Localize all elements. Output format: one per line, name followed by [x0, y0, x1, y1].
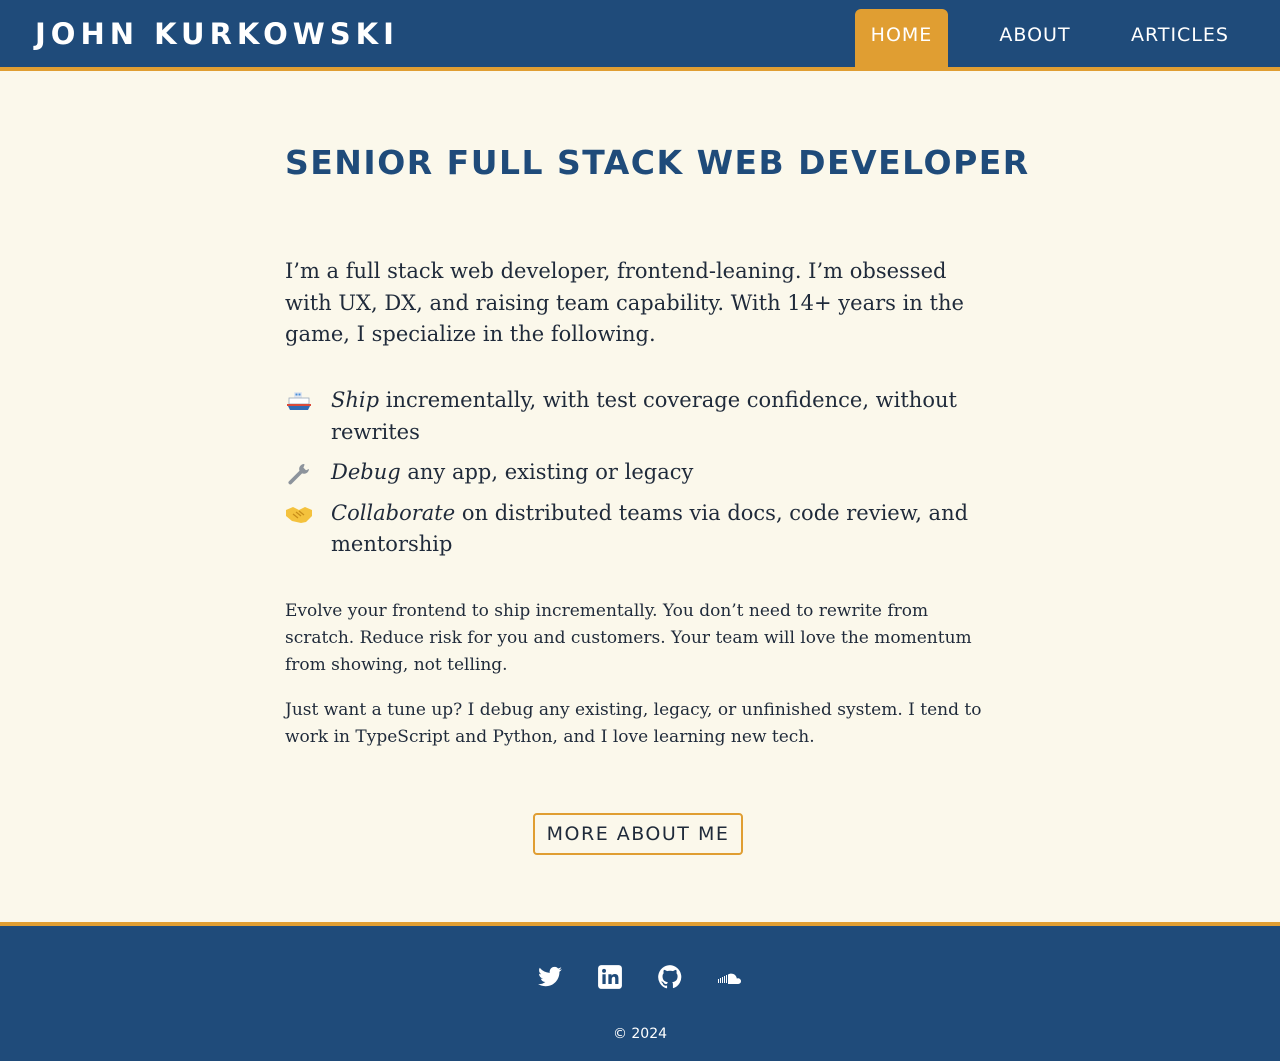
page-title: SENIOR FULL STACK WEB DEVELOPER: [285, 143, 1030, 182]
wrench-icon: [285, 461, 313, 485]
twitter-icon[interactable]: [537, 964, 563, 990]
soundcloud-icon[interactable]: [717, 964, 743, 990]
github-icon[interactable]: [657, 964, 683, 990]
body-paragraph: Evolve your frontend to ship incremental…: [285, 601, 972, 675]
linkedin-icon[interactable]: [597, 964, 623, 990]
skills-list: Ship incrementally, with test coverage c…: [285, 385, 1000, 570]
intro-text: I’m a full stack web developer, frontend…: [285, 259, 964, 346]
nav-home[interactable]: HOME: [855, 9, 948, 67]
skill-emphasis: Collaborate: [331, 500, 456, 525]
nav-about[interactable]: ABOUT: [990, 9, 1080, 67]
site-footer: © 2024: [0, 922, 1280, 1061]
ship-icon: [285, 389, 313, 413]
skill-emphasis: Debug: [331, 460, 401, 484]
skill-item-debug: Debug any app, existing or legacy: [285, 457, 1000, 489]
handshake-icon: [285, 502, 313, 526]
more-about-me-button[interactable]: MORE ABOUT ME: [533, 813, 743, 855]
skill-item-ship: Ship incrementally, with test coverage c…: [285, 385, 1000, 448]
body-paragraph: Just want a tune up? I debug any existin…: [285, 700, 982, 747]
site-brand-link[interactable]: JOHN KURKOWSKI: [35, 17, 399, 51]
skill-text: incrementally, with test coverage confid…: [331, 388, 957, 444]
copyright: © 2024: [612, 1026, 668, 1042]
nav-articles[interactable]: ARTICLES: [1125, 9, 1235, 67]
site-header: JOHN KURKOWSKI HOME ABOUT ARTICLES: [0, 0, 1280, 71]
skill-text: any app, existing or legacy: [400, 460, 694, 484]
skill-item-collaborate: Collaborate on distributed teams via doc…: [285, 498, 1000, 561]
skill-emphasis: Ship: [331, 388, 380, 412]
